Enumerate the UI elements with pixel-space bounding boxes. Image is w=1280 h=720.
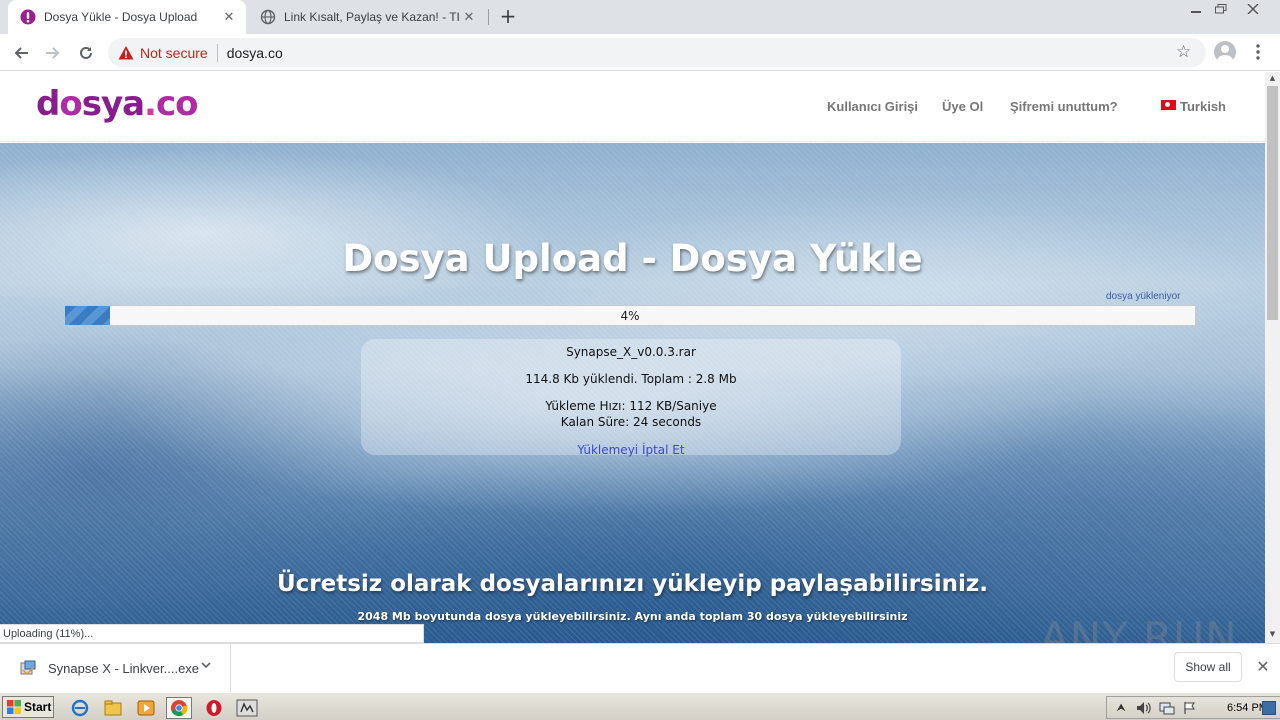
close-tab-icon[interactable]: ✕ [220, 8, 238, 26]
explorer-folder-icon[interactable] [100, 697, 126, 719]
upload-speed: Yükleme Hızı: 112 KB/Saniye [545, 399, 717, 413]
chrome-icon[interactable] [166, 697, 192, 719]
close-window-icon[interactable] [1240, 0, 1266, 18]
hero-title: Dosya Upload - Dosya Yükle [342, 237, 923, 280]
volume-icon[interactable] [1135, 700, 1153, 716]
upload-info-panel: Synapse_X_v0.0.3.rar 114.8 Kb yüklendi. … [361, 339, 901, 457]
browser-toolbar: Not secure dosya.co ☆ [0, 34, 1280, 71]
tab-dosya[interactable]: Dosya Yükle - Dosya Upload ✕ [8, 0, 246, 34]
tagline: Ücretsiz olarak dosyalarınızı yükleyip p… [276, 571, 988, 597]
app-window-icon[interactable] [234, 697, 260, 719]
file-name: Synapse_X_v0.0.3.rar [566, 345, 696, 359]
site-header: dosya.co Kullanıcı Girişi Üye Ol Şifremi… [0, 72, 1265, 142]
dosya-favicon [20, 9, 36, 25]
tab-tikla[interactable]: Link Kısalt, Paylaş ve Kazan! - TIK.LA ✕ [248, 0, 486, 34]
windows-taskbar: Start ⮝ 6:54 PM [0, 692, 1280, 720]
start-button[interactable]: Start [2, 696, 54, 718]
nav-register-link[interactable]: Üye Ol [942, 99, 983, 114]
url-text[interactable]: dosya.co [227, 45, 283, 61]
system-tray: ⮝ 6:54 PM [1106, 696, 1280, 719]
globe-icon [260, 9, 276, 25]
address-bar[interactable]: Not secure dosya.co ☆ [108, 38, 1206, 67]
tab-title: Link Kısalt, Paylaş ve Kazan! - TIK.LA [284, 10, 460, 24]
status-bubble: Uploading (11%)... [0, 624, 424, 643]
close-tab-icon[interactable]: ✕ [460, 8, 478, 26]
uploaded-amount: 114.8 Kb yüklendi. Toplam : 2.8 Mb [525, 372, 737, 386]
minimize-icon[interactable] [1183, 0, 1209, 18]
tab-strip: Dosya Yükle - Dosya Upload ✕ Link Kısalt… [0, 0, 1280, 34]
opera-icon[interactable] [201, 697, 227, 719]
start-label: Start [24, 700, 52, 714]
remaining-time: Kalan Süre: 24 seconds [560, 415, 702, 429]
network-icon[interactable] [1158, 700, 1176, 716]
action-center-flag-icon[interactable] [1181, 700, 1199, 716]
tray-expand-icon[interactable]: ⮝ [1112, 700, 1130, 716]
close-shelf-icon[interactable]: ✕ [1253, 657, 1273, 677]
chevron-down-icon[interactable] [200, 659, 212, 674]
download-item[interactable]: Synapse X - Linkver....exe [0, 644, 231, 692]
warning-icon [118, 45, 134, 59]
language-selector[interactable]: Turkish [1180, 99, 1226, 114]
turkey-flag-icon [1161, 100, 1176, 110]
installer-file-icon [20, 660, 36, 676]
ie-icon[interactable] [67, 697, 93, 719]
bookmark-star-icon[interactable]: ☆ [1176, 43, 1194, 61]
upload-status-label: dosya yükleniyor [1106, 291, 1181, 302]
media-player-icon[interactable] [133, 697, 159, 719]
cancel-upload-link[interactable]: Yüklemeyi İptal Et [361, 443, 901, 457]
download-file-name: Synapse X - Linkver....exe [48, 660, 200, 676]
tab-title: Dosya Yükle - Dosya Upload [44, 10, 198, 24]
nav-login-link[interactable]: Kullanıcı Girişi [827, 99, 918, 114]
reload-icon[interactable] [73, 40, 99, 66]
omnibox-divider [216, 43, 218, 62]
profile-avatar-icon[interactable] [1214, 41, 1236, 63]
show-desktop-icon[interactable] [1262, 701, 1276, 715]
scroll-up-icon[interactable]: ▲ [1265, 72, 1280, 85]
hero-section: Dosya Upload - Dosya Yükle dosya yükleni… [0, 143, 1265, 643]
restore-icon[interactable] [1208, 0, 1234, 18]
upload-progress-bar: 4% [64, 305, 1196, 326]
scroll-down-icon[interactable]: ▼ [1265, 628, 1280, 641]
site-logo[interactable]: dosya.co [36, 84, 198, 124]
scroll-thumb[interactable] [1267, 86, 1278, 320]
back-icon[interactable] [8, 40, 34, 66]
tab-separator [488, 9, 489, 25]
nav-forgot-password-link[interactable]: Şifremi unuttum? [1010, 99, 1118, 114]
download-shelf: Synapse X - Linkver....exe Show all ✕ [0, 643, 1280, 692]
show-all-button[interactable]: Show all [1174, 652, 1242, 682]
not-secure-label[interactable]: Not secure [140, 45, 208, 61]
forward-icon[interactable] [40, 40, 66, 66]
web-page: dosya.co Kullanıcı Girişi Üye Ol Şifremi… [0, 72, 1265, 643]
progress-percent: 4% [620, 309, 640, 323]
menu-kebab-icon[interactable] [1250, 42, 1266, 62]
windows-logo-icon [7, 700, 21, 714]
page-scrollbar[interactable]: ▲ ▼ [1265, 72, 1280, 643]
new-tab-button[interactable]: + [498, 6, 518, 27]
